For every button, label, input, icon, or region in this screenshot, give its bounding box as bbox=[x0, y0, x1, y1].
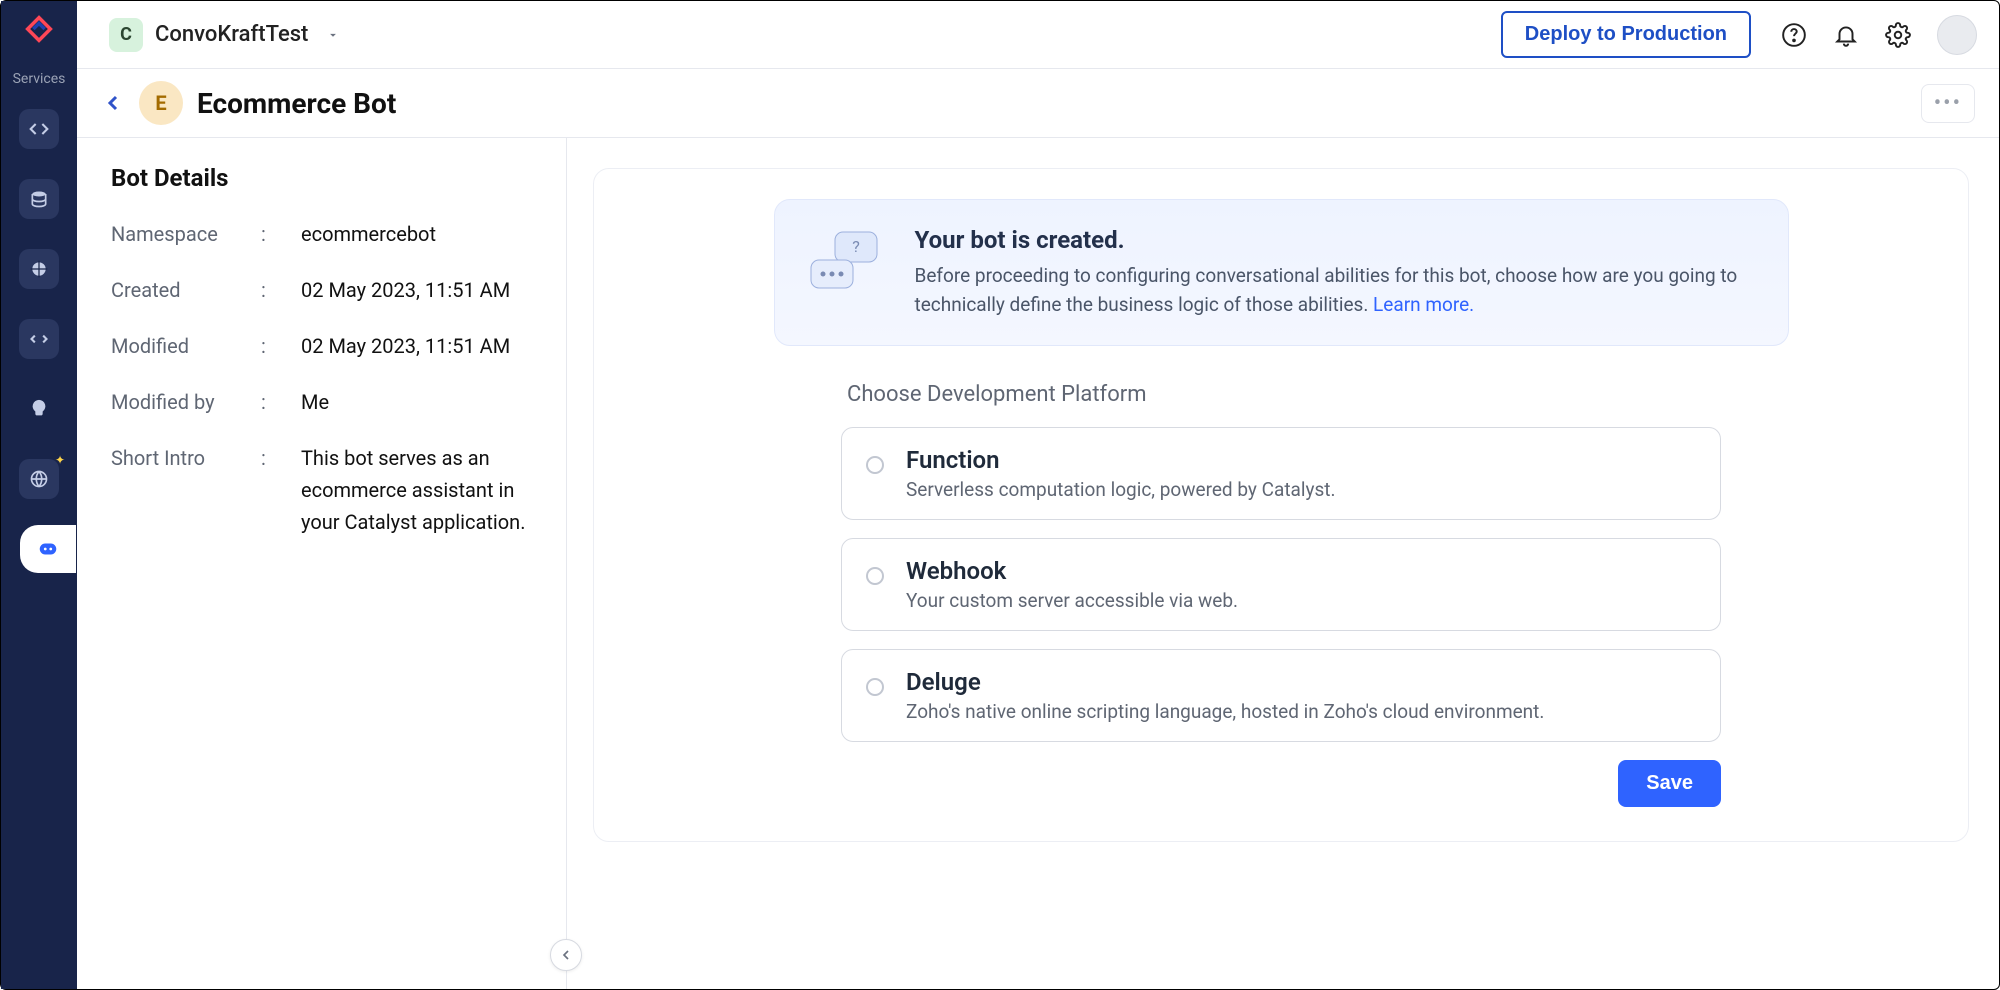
gear-icon[interactable] bbox=[1885, 22, 1911, 48]
platform-option-function[interactable]: Function Serverless computation logic, p… bbox=[841, 427, 1721, 520]
page-badge: E bbox=[139, 81, 183, 125]
page-title: Ecommerce Bot bbox=[197, 87, 396, 120]
chat-bubbles-icon: ? bbox=[805, 226, 885, 296]
learn-more-link[interactable]: Learn more. bbox=[1373, 293, 1474, 316]
workspace-switcher[interactable]: C ConvoKraftTest bbox=[103, 12, 350, 58]
option-title: Webhook bbox=[906, 557, 1238, 585]
topbar: C ConvoKraftTest Deploy to Production bbox=[77, 1, 1999, 69]
nav-item-debug[interactable] bbox=[19, 249, 59, 289]
radio-icon bbox=[866, 456, 884, 474]
detail-row-modified: Modified : 02 May 2023, 11:51 AM bbox=[111, 330, 532, 362]
detail-row-created: Created : 02 May 2023, 11:51 AM bbox=[111, 274, 532, 306]
option-title: Deluge bbox=[906, 668, 1544, 696]
sparkle-icon: ✦ bbox=[55, 453, 65, 467]
radio-icon bbox=[866, 567, 884, 585]
detail-value: 02 May 2023, 11:51 AM bbox=[301, 274, 532, 306]
detail-key: Modified bbox=[111, 330, 261, 362]
detail-key: Modified by bbox=[111, 386, 261, 418]
detail-value: This bot serves as an ecommerce assistan… bbox=[301, 442, 532, 538]
left-nav-rail: Services ✦ bbox=[1, 1, 77, 989]
workspace-name: ConvoKraftTest bbox=[155, 22, 308, 47]
option-title: Function bbox=[906, 446, 1336, 474]
option-desc: Zoho's native online scripting language,… bbox=[906, 700, 1544, 723]
workspace-badge: C bbox=[109, 18, 143, 52]
detail-value: Me bbox=[301, 386, 532, 418]
save-button[interactable]: Save bbox=[1618, 760, 1721, 807]
banner-title: Your bot is created. bbox=[915, 226, 1758, 254]
nav-item-database[interactable] bbox=[19, 179, 59, 219]
banner-description: Before proceeding to configuring convers… bbox=[915, 262, 1758, 319]
chevron-down-icon bbox=[326, 28, 340, 42]
more-menu-button[interactable]: ••• bbox=[1921, 84, 1975, 123]
detail-row-short-intro: Short Intro : This bot serves as an ecom… bbox=[111, 442, 532, 538]
bell-icon[interactable] bbox=[1833, 22, 1859, 48]
platform-option-webhook[interactable]: Webhook Your custom server accessible vi… bbox=[841, 538, 1721, 631]
back-button[interactable] bbox=[101, 91, 125, 115]
nav-item-web[interactable]: ✦ bbox=[19, 459, 59, 499]
detail-row-modified-by: Modified by : Me bbox=[111, 386, 532, 418]
detail-key: Short Intro bbox=[111, 442, 261, 538]
detail-value: ecommercebot bbox=[301, 218, 532, 250]
option-desc: Your custom server accessible via web. bbox=[906, 589, 1238, 612]
collapse-panel-button[interactable] bbox=[550, 939, 582, 971]
option-desc: Serverless computation logic, powered by… bbox=[906, 478, 1336, 501]
bot-details-panel: Bot Details Namespace : ecommercebot Cre… bbox=[77, 138, 567, 989]
detail-row-namespace: Namespace : ecommercebot bbox=[111, 218, 532, 250]
detail-key: Namespace bbox=[111, 218, 261, 250]
details-heading: Bot Details bbox=[111, 164, 532, 192]
services-label: Services bbox=[13, 71, 66, 87]
deploy-button[interactable]: Deploy to Production bbox=[1501, 11, 1751, 58]
radio-icon bbox=[866, 678, 884, 696]
page-header: E Ecommerce Bot ••• bbox=[77, 69, 1999, 138]
detail-value: 02 May 2023, 11:51 AM bbox=[301, 330, 532, 362]
nav-item-chatbot-active[interactable] bbox=[24, 529, 72, 569]
nav-item-integrations[interactable] bbox=[19, 319, 59, 359]
avatar[interactable] bbox=[1937, 15, 1977, 55]
nav-item-insights[interactable] bbox=[19, 389, 59, 429]
nav-item-code[interactable] bbox=[19, 109, 59, 149]
platform-option-deluge[interactable]: Deluge Zoho's native online scripting la… bbox=[841, 649, 1721, 742]
svg-text:?: ? bbox=[852, 237, 860, 256]
setup-card: ? Your bot is created. Before proceeding… bbox=[593, 168, 1969, 842]
detail-key: Created bbox=[111, 274, 261, 306]
platform-heading: Choose Development Platform bbox=[841, 382, 1721, 407]
help-icon[interactable] bbox=[1781, 22, 1807, 48]
created-banner: ? Your bot is created. Before proceeding… bbox=[774, 199, 1789, 346]
brand-logo[interactable] bbox=[21, 11, 57, 47]
